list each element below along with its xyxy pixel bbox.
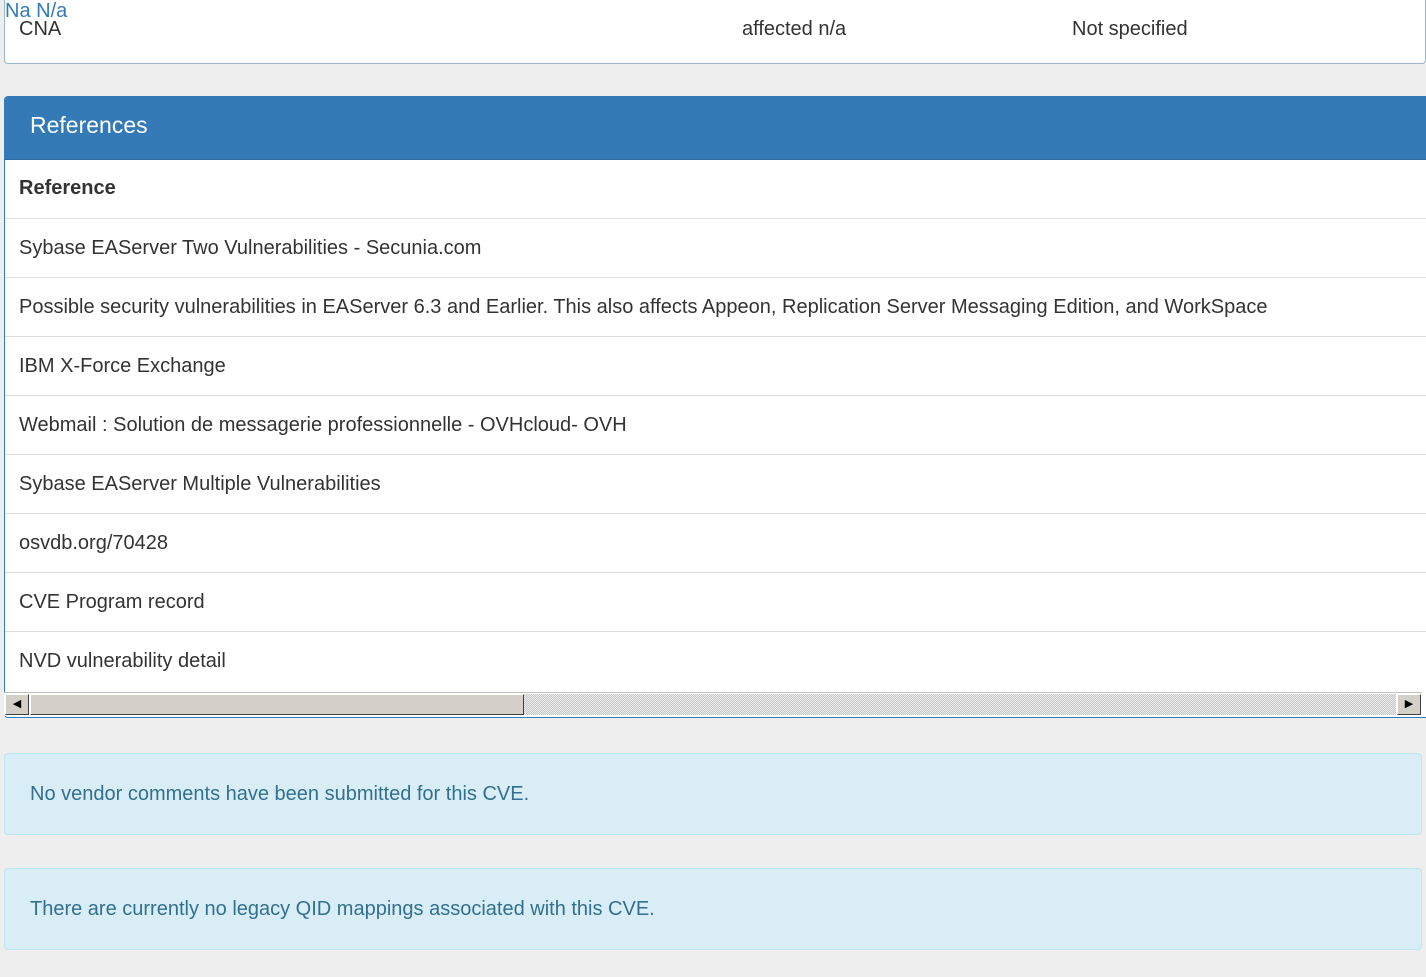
reference-link[interactable]: osvdb.org/70428	[19, 531, 168, 555]
source-cell: CNA	[19, 18, 62, 40]
scrollbar-thumb[interactable]	[30, 694, 524, 715]
qid-mappings-alert: There are currently no legacy QID mappin…	[4, 868, 1422, 950]
table-row: Possible security vulnerabilities in EAS…	[5, 278, 1426, 337]
reference-link[interactable]: Possible security vulnerabilities in EAS…	[19, 295, 1267, 319]
versions-cell: affected n/a	[742, 18, 847, 40]
vendor-comments-alert: No vendor comments have been submitted f…	[4, 753, 1422, 835]
reference-link[interactable]: Sybase EAServer Two Vulnerabilities - Se…	[19, 236, 481, 260]
table-row: Sybase EAServer Multiple Vulnerabilities	[5, 455, 1426, 514]
table-row: CVE Program record	[5, 573, 1426, 632]
table-row: Webmail : Solution de messagerie profess…	[5, 396, 1426, 455]
table-row: CNA Na N/a affected n/a Not specified	[5, 0, 1425, 57]
status-cell: Not specified	[1072, 18, 1188, 40]
table-row: IBM X-Force Exchange	[5, 337, 1426, 396]
reference-link[interactable]: IBM X-Force Exchange	[19, 354, 226, 378]
horizontal-scrollbar[interactable]: ◀ ▶	[4, 692, 1422, 716]
reference-column-header: Reference	[19, 177, 116, 199]
vendor-comments-text: No vendor comments have been submitted f…	[30, 783, 530, 805]
reference-link[interactable]: Sybase EAServer Multiple Vulnerabilities	[19, 472, 381, 496]
arrow-left-icon: ◀	[12, 698, 22, 710]
scroll-left-button[interactable]: ◀	[5, 694, 29, 715]
table-row: Sybase EAServer Two Vulnerabilities - Se…	[5, 219, 1426, 278]
reference-link[interactable]: CVE Program record	[19, 590, 205, 614]
references-table: Reference Sybase EAServer Two Vulnerabil…	[5, 160, 1426, 691]
references-heading: References	[5, 97, 1426, 160]
reference-link[interactable]: NVD vulnerability detail	[19, 649, 226, 673]
scroll-right-button[interactable]: ▶	[1397, 694, 1421, 715]
qid-mappings-text: There are currently no legacy QID mappin…	[30, 898, 655, 920]
table-row: NVD vulnerability detail	[5, 632, 1426, 691]
table-header-row: Reference	[5, 160, 1426, 219]
table-row: osvdb.org/70428	[5, 514, 1426, 573]
arrow-right-icon: ▶	[1404, 698, 1414, 710]
reference-link[interactable]: Webmail : Solution de messagerie profess…	[19, 413, 627, 437]
references-panel: References Reference Sybase EAServer Two…	[4, 96, 1426, 718]
affected-products-panel: CNA Na N/a affected n/a Not specified	[4, 0, 1426, 64]
